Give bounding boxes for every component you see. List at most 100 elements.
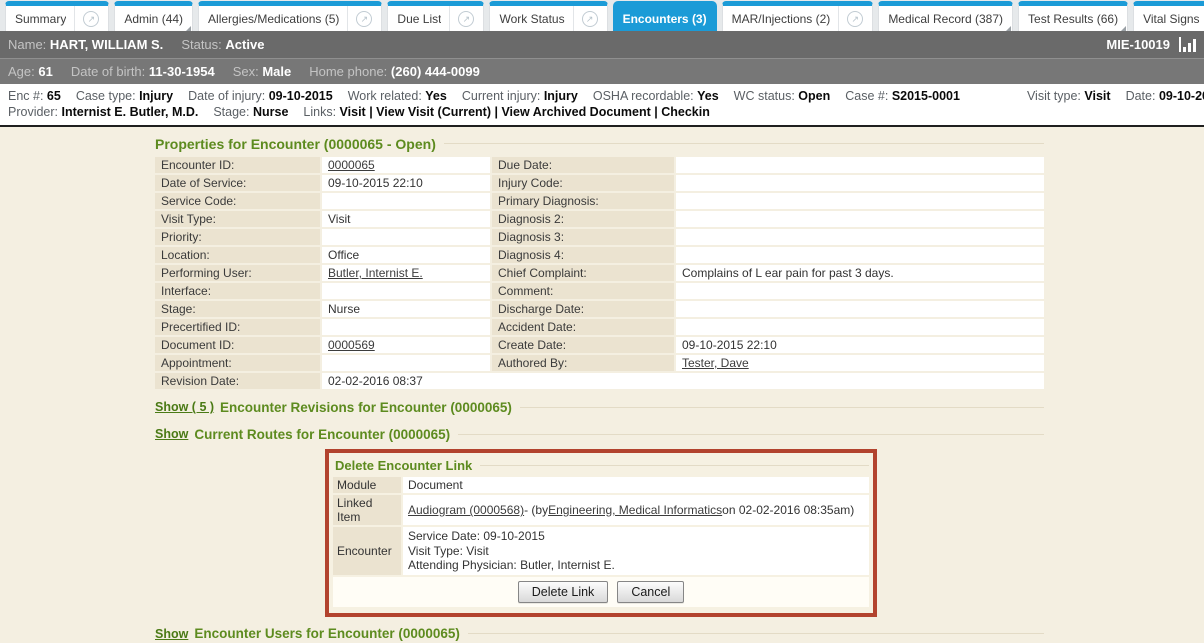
tab-vital-signs[interactable]: Vital Signs↗ — [1133, 1, 1204, 31]
value-link-0000065[interactable]: 0000065 — [328, 158, 375, 172]
prop-label-comment: Comment: — [492, 283, 674, 299]
routes-heading: Current Routes for Encounter (0000065) — [194, 427, 450, 442]
delete-link-button[interactable]: Delete Link — [518, 581, 609, 603]
field-value: Yes — [425, 89, 447, 103]
prop-value — [322, 355, 490, 371]
popout-icon[interactable]: ↗ — [847, 11, 863, 27]
tab-due-list[interactable]: Due List↗ — [387, 1, 484, 31]
properties-title: Properties for Encounter (0000065 - Open… — [155, 136, 436, 152]
prop-value: Visit — [322, 211, 490, 227]
tab-summary[interactable]: Summary ↗ — [5, 1, 109, 31]
popout-icon[interactable]: ↗ — [582, 11, 598, 27]
prop-value — [322, 229, 490, 245]
field-label: Age: — [8, 64, 35, 79]
field-name: Name: HART, WILLIAM S. — [8, 37, 163, 52]
popout-icon[interactable]: ↗ — [83, 11, 99, 27]
tab-label: Test Results (66) — [1028, 12, 1118, 26]
prop-label-service-code: Service Code: — [155, 193, 320, 209]
heading-rule — [468, 633, 1044, 634]
tab-encounters-3[interactable]: Encounters (3) — [613, 1, 717, 31]
dropdown-fold-icon — [1006, 26, 1011, 31]
tab-divider — [838, 6, 839, 31]
field-links: Links: Visit | View Visit (Current) | Vi… — [303, 104, 709, 120]
show-revisions-link[interactable]: Show ( 5 ) — [155, 400, 214, 414]
field-value: Male — [262, 64, 291, 79]
show-users-link[interactable]: Show — [155, 627, 188, 641]
field-case-type: Case type: Injury — [76, 88, 173, 104]
value-link-tester-dave[interactable]: Tester, Dave — [682, 356, 749, 370]
field-date-of-injury: Date of injury: 09-10-2015 — [188, 88, 333, 104]
prop-label-authored-by: Authored By: — [492, 355, 674, 371]
dropdown-fold-icon — [186, 26, 191, 31]
tab-mar-injections-2[interactable]: MAR/Injections (2) ↗ — [722, 1, 874, 31]
field-value: Visit | View Visit (Current) | View Arch… — [340, 105, 710, 119]
field-label: Case type: — [76, 89, 136, 103]
prop-value — [676, 157, 1044, 173]
field-current-injury: Current injury: Injury — [462, 88, 578, 104]
prop-value: Complains of L ear pain for past 3 days. — [676, 265, 1044, 281]
value-link-butler-internist-e[interactable]: Butler, Internist E. — [328, 266, 423, 280]
flowsheet-chart-icon[interactable] — [1179, 37, 1196, 52]
field-label: Case #: — [845, 89, 888, 103]
tab-allergies-medications-5[interactable]: Allergies/Medications (5)↗ — [198, 1, 382, 31]
prop-label-appointment: Appointment: — [155, 355, 320, 371]
field-value: 61 — [38, 64, 52, 79]
main-content: Properties for Encounter (0000065 - Open… — [0, 127, 1204, 643]
prop-value: Office — [322, 247, 490, 263]
encounter-header-line2: Provider: Internist E. Butler, M.D. Stage… — [8, 104, 1196, 120]
author-user-link[interactable]: Engineering, Medical Informatics — [548, 503, 722, 517]
prop-label-encounter-id: Encounter ID: — [155, 157, 320, 173]
prop-value: 0000569 — [322, 337, 490, 353]
patient-bar-line1: Name: HART, WILLIAM S.Status: Active — [8, 37, 282, 52]
show-routes-link[interactable]: Show — [155, 427, 188, 441]
patient-id: MIE-10019 — [1106, 37, 1170, 52]
field-stage: Stage: Nurse — [213, 104, 288, 120]
dialog-button-row: Delete Link Cancel — [333, 577, 869, 607]
prop-value — [322, 193, 490, 209]
field-value: S2015-0001 — [892, 89, 960, 103]
value-link-0000569[interactable]: 0000569 — [328, 338, 375, 352]
tab-work-status[interactable]: Work Status↗ — [489, 1, 607, 31]
field-sex: Sex: Male — [233, 64, 292, 79]
linked-item-separator: - (by — [524, 503, 548, 517]
prop-value: 09-10-2015 22:10 — [676, 337, 1044, 353]
prop-value — [676, 247, 1044, 263]
tab-label: Vital Signs — [1143, 12, 1199, 26]
tab-admin-44[interactable]: Admin (44) — [114, 1, 193, 31]
field-label: Work related: — [348, 89, 422, 103]
field-label: Home phone: — [309, 64, 387, 79]
field-value: 09-10-2015 — [1159, 89, 1204, 103]
field-case: Case #: S2015-0001 — [845, 88, 960, 104]
prop-label-diagnosis-3: Diagnosis 3: — [492, 229, 674, 245]
cancel-button[interactable]: Cancel — [617, 581, 684, 603]
audiogram-document-link[interactable]: Audiogram (0000568) — [408, 503, 524, 517]
tab-label: MAR/Injections (2) — [732, 12, 831, 26]
popout-icon[interactable]: ↗ — [458, 11, 474, 27]
heading-rule — [458, 434, 1044, 435]
prop-value: Nurse — [322, 301, 490, 317]
prop-value — [676, 301, 1044, 317]
delete-box-title-row: Delete Encounter Link — [335, 455, 869, 475]
field-label: Stage: — [213, 105, 249, 119]
field-home-phone: Home phone: (260) 444-0099 — [309, 64, 480, 79]
prop-value — [676, 283, 1044, 299]
field-value: Injury — [544, 89, 578, 103]
prop-label-priority: Priority: — [155, 229, 320, 245]
field-value: Nurse — [253, 105, 288, 119]
field-value: Open — [798, 89, 830, 103]
field-value: Yes — [697, 89, 719, 103]
popout-icon[interactable]: ↗ — [356, 11, 372, 27]
tab-medical-record-387[interactable]: Medical Record (387) — [878, 1, 1013, 31]
field-label: Sex: — [233, 64, 259, 79]
tab-label: Summary — [15, 12, 66, 26]
field-provider: Provider: Internist E. Butler, M.D. — [8, 104, 198, 120]
tab-label: Medical Record (387) — [888, 12, 1003, 26]
encounter-attending-physician: Attending Physician: Butler, Internist E… — [408, 558, 864, 573]
field-label: Current injury: — [462, 89, 541, 103]
field-value: (260) 444-0099 — [391, 64, 480, 79]
prop-label-stage: Stage: — [155, 301, 320, 317]
field-label: OSHA recordable: — [593, 89, 694, 103]
prop-label-due-date: Due Date: — [492, 157, 674, 173]
tab-test-results-66[interactable]: Test Results (66) — [1018, 1, 1128, 31]
field-label: Date of injury: — [188, 89, 265, 103]
